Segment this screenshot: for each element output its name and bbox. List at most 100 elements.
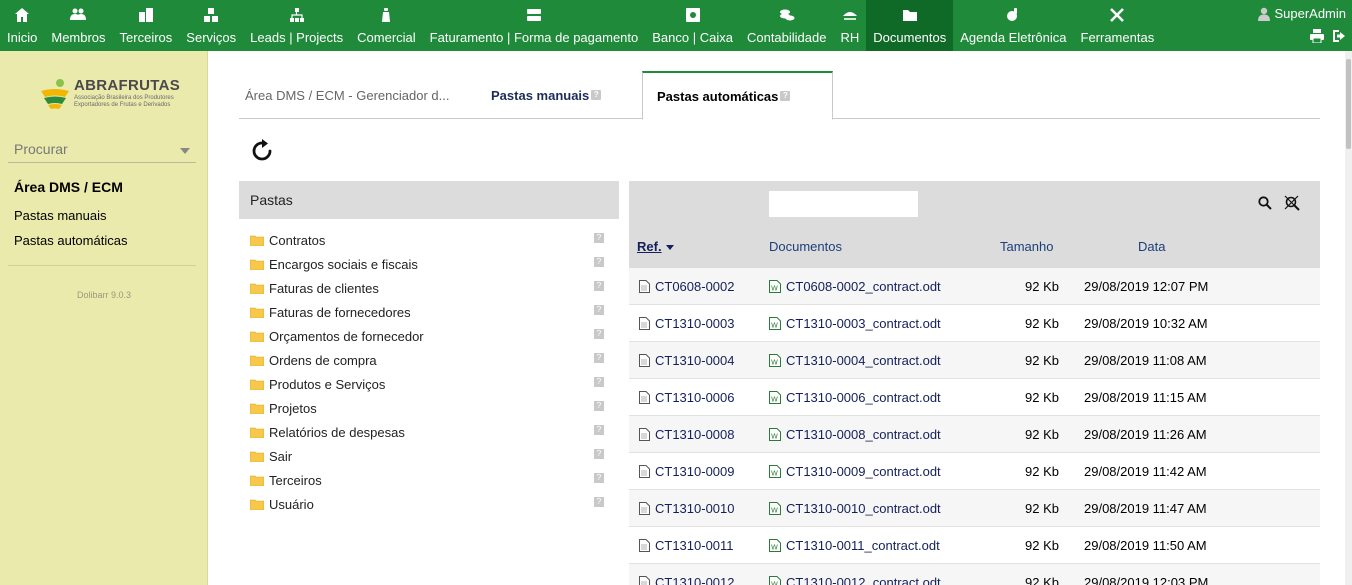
folder-icon [250, 499, 264, 510]
folder-item[interactable]: Terceiros? [239, 468, 619, 492]
svg-text:W: W [771, 470, 778, 478]
document-link[interactable]: W CT1310-0006_contract.odt [769, 390, 941, 405]
folder-item[interactable]: Produtos e Serviços? [239, 372, 619, 396]
folder-item[interactable]: Projetos? [239, 396, 619, 420]
ref-text: CT0608-0002 [655, 279, 735, 294]
menu-item-servi-os[interactable]: Serviços [179, 0, 243, 51]
filter-documents-input[interactable] [769, 191, 918, 217]
document-link[interactable]: W CT1310-0012_contract.odt [769, 575, 941, 585]
folder-item[interactable]: Sair? [239, 444, 619, 468]
tab-dms-area[interactable]: Área DMS / ECM - Gerenciador d... [239, 71, 463, 119]
folder-item[interactable]: Faturas de fornecedores? [239, 300, 619, 324]
print-icon[interactable] [1310, 29, 1324, 43]
file-date: 29/08/2019 12:03 PM [1084, 575, 1209, 585]
sidebar-section-title[interactable]: Área DMS / ECM [14, 179, 123, 195]
folder-item[interactable]: Contratos? [239, 228, 619, 252]
menu-item-banco-caixa[interactable]: Banco | Caixa [645, 0, 740, 51]
ref-link[interactable]: CT1310-0009 [639, 464, 735, 479]
ref-link[interactable]: CT1310-0004 [639, 353, 735, 368]
help-icon[interactable]: ? [594, 377, 604, 387]
folder-icon [250, 355, 264, 366]
ref-link[interactable]: CT1310-0010 [639, 501, 735, 516]
scrollbar-thumb[interactable] [1346, 59, 1351, 149]
ref-link[interactable]: CT0608-0002 [639, 279, 735, 294]
document-link[interactable]: W CT1310-0009_contract.odt [769, 464, 941, 479]
folder-item[interactable]: Relatórios de despesas? [239, 420, 619, 444]
help-icon[interactable]: ? [594, 449, 604, 459]
folder-label: Faturas de fornecedores [269, 304, 411, 320]
company-logo[interactable]: ABRAFRUTAS Associação Brasileira dos Pro… [38, 75, 180, 115]
file-icon [639, 576, 650, 585]
document-link[interactable]: W CT1310-0011_contract.odt [769, 538, 940, 553]
help-icon[interactable]: ? [594, 401, 604, 411]
sitemap-icon [288, 7, 306, 23]
menu-item-documentos[interactable]: Documentos [866, 0, 954, 51]
tab-auto-folders[interactable]: Pastas automáticas? [642, 71, 833, 120]
document-link[interactable]: W CT0608-0002_contract.odt [769, 279, 941, 294]
clear-filter-icon[interactable] [1284, 195, 1300, 211]
help-icon[interactable]: ? [594, 329, 604, 339]
folder-item[interactable]: Usuário? [239, 492, 619, 516]
menu-item-inicio[interactable]: Inicio [0, 0, 44, 51]
menu-item-membros[interactable]: Membros [44, 0, 112, 51]
help-icon[interactable]: ? [594, 305, 604, 315]
help-icon[interactable]: ? [780, 91, 791, 101]
folder-icon [250, 475, 264, 486]
ref-link[interactable]: CT1310-0003 [639, 316, 735, 331]
user-menu[interactable]: SuperAdmin [1258, 6, 1346, 21]
folder-icon [250, 427, 264, 438]
help-icon[interactable]: ? [594, 257, 604, 267]
ref-text: CT1310-0006 [655, 390, 735, 405]
sidebar-link-manual-folders[interactable]: Pastas manuais [14, 208, 107, 223]
menu-item-contabilidade[interactable]: Contabilidade [740, 0, 834, 51]
ref-link[interactable]: CT1310-0011 [639, 538, 734, 553]
search-icon[interactable] [1258, 196, 1272, 210]
document-name: CT1310-0008_contract.odt [786, 427, 941, 442]
column-header-date[interactable]: Data [1138, 239, 1165, 254]
menu-item-faturamento-forma-de-pagamento[interactable]: Faturamento | Forma de pagamento [423, 0, 646, 51]
folder-item[interactable]: Ordens de compra? [239, 348, 619, 372]
column-header-ref[interactable]: Ref. [637, 239, 674, 254]
sidebar-link-auto-folders[interactable]: Pastas automáticas [14, 233, 127, 248]
menu-item-rh[interactable]: RH [833, 0, 866, 51]
menu-item-terceiros[interactable]: Terceiros [113, 0, 180, 51]
menu-item-ferramentas[interactable]: Ferramentas [1074, 0, 1162, 51]
refresh-icon[interactable] [250, 139, 274, 163]
column-header-documents[interactable]: Documentos [769, 239, 842, 254]
document-link[interactable]: W CT1310-0004_contract.odt [769, 353, 941, 368]
tab-manual-folders[interactable]: Pastas manuais? [477, 71, 615, 119]
file-size: 92 Kb [1025, 316, 1059, 331]
ref-link[interactable]: CT1310-0006 [639, 390, 735, 405]
help-icon[interactable]: ? [594, 233, 604, 243]
help-icon[interactable]: ? [591, 90, 602, 100]
page-scrollbar[interactable] [1345, 51, 1352, 585]
logout-icon[interactable] [1332, 29, 1346, 43]
user-name: SuperAdmin [1274, 6, 1346, 21]
file-size: 92 Kb [1025, 501, 1059, 516]
odt-file-icon: W [769, 317, 781, 330]
document-link[interactable]: W CT1310-0008_contract.odt [769, 427, 941, 442]
ref-link[interactable]: CT1310-0012 [639, 575, 735, 585]
folder-item[interactable]: Faturas de clientes? [239, 276, 619, 300]
help-icon[interactable]: ? [594, 353, 604, 363]
document-link[interactable]: W CT1310-0010_contract.odt [769, 501, 941, 516]
menu-item-comercial[interactable]: Comercial [350, 0, 423, 51]
tab-label: Área DMS / ECM - Gerenciador d... [245, 87, 450, 103]
file-icon [639, 391, 650, 404]
document-link[interactable]: W CT1310-0003_contract.odt [769, 316, 941, 331]
folder-item[interactable]: Encargos sociais e fiscais? [239, 252, 619, 276]
menu-item-agenda-eletr-nica[interactable]: Agenda Eletrônica [953, 0, 1073, 51]
help-icon[interactable]: ? [594, 281, 604, 291]
menu-item-leads-projects[interactable]: Leads | Projects [243, 0, 350, 51]
help-icon[interactable]: ? [594, 497, 604, 507]
file-size: 92 Kb [1025, 464, 1059, 479]
search-select[interactable]: Procurar [8, 139, 196, 163]
folder-icon [250, 235, 264, 246]
column-header-size[interactable]: Tamanho [1000, 239, 1053, 254]
help-icon[interactable]: ? [594, 425, 604, 435]
odt-file-icon: W [769, 428, 781, 441]
help-icon[interactable]: ? [594, 473, 604, 483]
ref-text: CT1310-0009 [655, 464, 735, 479]
folder-item[interactable]: Orçamentos de fornecedor? [239, 324, 619, 348]
ref-link[interactable]: CT1310-0008 [639, 427, 735, 442]
